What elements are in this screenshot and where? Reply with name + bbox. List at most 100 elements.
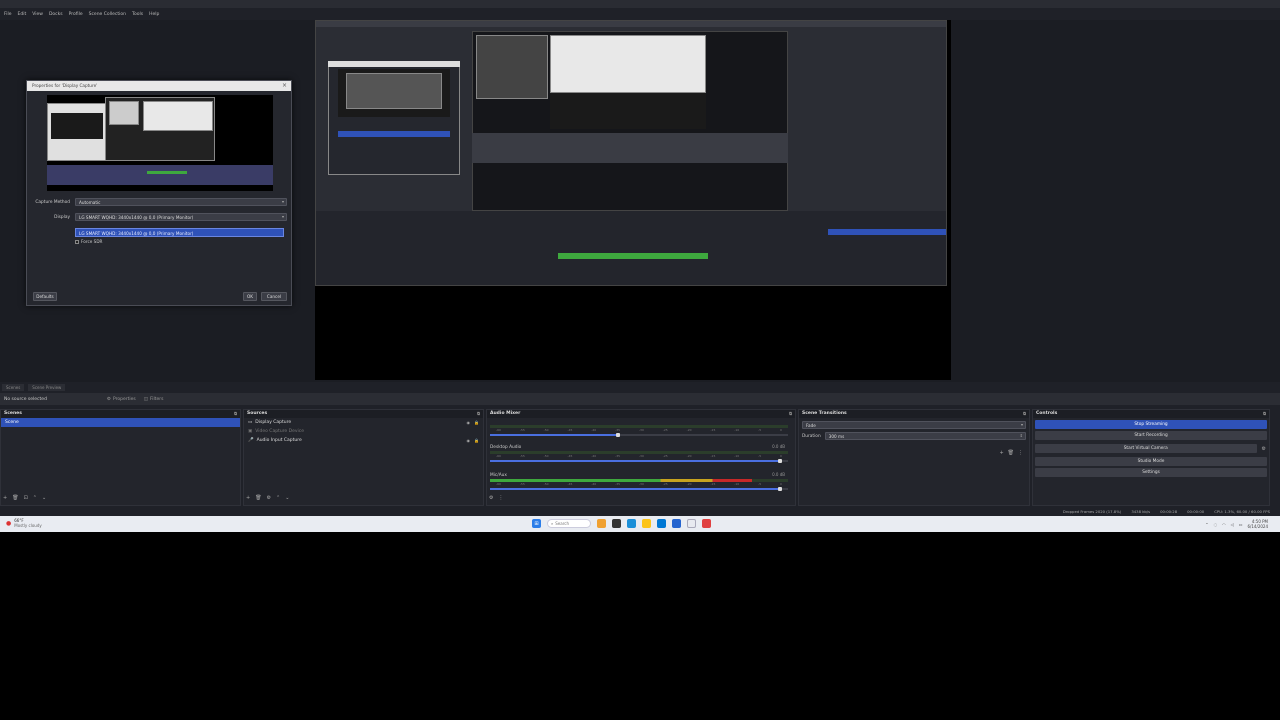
volume-slider[interactable]: [490, 433, 788, 437]
tick-label: -60: [496, 454, 501, 458]
meter-ticks: -60 -55 -50 -45 -40 -35 -30 -25 -20 -15 -10 -5 0: [490, 482, 788, 486]
slider-handle[interactable]: [778, 487, 783, 491]
eye-icon[interactable]: ◉: [467, 438, 471, 443]
battery-icon[interactable]: ▭: [1239, 522, 1243, 527]
menu-dots-icon[interactable]: ⋮: [498, 495, 503, 501]
menu-item-edit[interactable]: Edit: [18, 12, 27, 17]
stop-streaming-button[interactable]: Stop Streaming: [1035, 420, 1267, 429]
explorer-icon[interactable]: [687, 519, 696, 528]
menu-item-profile[interactable]: Profile: [69, 12, 83, 17]
mail-icon[interactable]: [672, 519, 681, 528]
volume-slider[interactable]: [490, 487, 788, 491]
eye-icon[interactable]: ◉: [467, 420, 471, 425]
menu-item-tools[interactable]: Tools: [132, 12, 143, 17]
scene-item[interactable]: Scene: [1, 418, 240, 427]
display-dropdown-option[interactable]: LG SMART WQHD: 3440x1440 @ 0,0 (Primary …: [75, 228, 284, 237]
display-capture-preview: [315, 20, 947, 286]
taskbar-search[interactable]: ⌕ Search: [547, 519, 591, 528]
network-icon[interactable]: ◌: [1214, 522, 1218, 527]
popout-icon[interactable]: ⧉: [234, 411, 237, 416]
mixer-track: -60 -55 -50 -45 -40 -35 -30 -25 -20 -15 -10 -5 0: [490, 424, 788, 437]
windows-start-icon[interactable]: ⊞: [532, 519, 541, 528]
gear-icon[interactable]: ⚙: [1259, 446, 1269, 452]
force-sdr-checkbox[interactable]: Force SDR: [75, 239, 102, 244]
transitions-title: Scene Transitions: [802, 411, 847, 416]
settings-icon[interactable]: ⊡: [24, 495, 28, 501]
capture-method-select[interactable]: Automatic ▾: [75, 198, 287, 206]
edge-icon[interactable]: [627, 519, 636, 528]
source-label: Video Capture Device: [255, 429, 305, 434]
chevron-up-icon[interactable]: ⌃: [1205, 522, 1208, 527]
volume-slider[interactable]: [490, 459, 788, 463]
widgets-icon[interactable]: [597, 519, 606, 528]
track-db: 0.0 dB: [772, 472, 785, 477]
properties-button[interactable]: ⚙ Properties: [107, 397, 136, 402]
add-icon[interactable]: +: [246, 495, 250, 501]
add-icon[interactable]: +: [999, 450, 1003, 456]
tick-label: -10: [734, 454, 740, 458]
menu-dots-icon[interactable]: ⋮: [1018, 450, 1023, 456]
tick-label: -35: [615, 428, 621, 432]
add-icon[interactable]: +: [3, 495, 7, 501]
task-view-icon[interactable]: [612, 519, 621, 528]
properties-dialog: Properties for 'Display Capture' × Captu…: [26, 80, 292, 306]
volume-icon[interactable]: ◁: [1231, 522, 1234, 527]
wifi-icon[interactable]: ◠: [1222, 522, 1226, 527]
tick-label: -5: [758, 482, 762, 486]
obs-icon[interactable]: [702, 519, 711, 528]
tab-scene-preview[interactable]: Scene Preview: [28, 383, 66, 391]
slider-handle[interactable]: [778, 459, 783, 463]
chrome-icon[interactable]: [642, 519, 651, 528]
lock-icon[interactable]: 🔒: [474, 438, 479, 443]
clock[interactable]: 4:50 PM 6/14/2024: [1247, 519, 1268, 529]
tab-scenes[interactable]: Scenes: [2, 383, 25, 391]
track-name: Desktop Audio: [490, 445, 522, 450]
arrow-down-icon[interactable]: ⌄: [42, 495, 46, 501]
popout-icon[interactable]: ⧉: [789, 411, 792, 416]
source-item-video-capture[interactable]: ▣ Video Capture Device: [244, 427, 483, 436]
search-icon: ⌕: [551, 521, 554, 526]
menu-item-docks[interactable]: Docks: [49, 12, 63, 17]
level-meter: [490, 479, 788, 482]
arrow-up-icon[interactable]: ⌃: [33, 495, 37, 501]
ok-button[interactable]: OK: [243, 292, 257, 301]
source-item-display-capture[interactable]: ▭ Display Capture ◉ 🔒: [244, 418, 483, 427]
gear-icon[interactable]: ⚙: [267, 495, 271, 501]
trash-icon[interactable]: 🗑: [12, 495, 18, 501]
display-select[interactable]: LG SMART WQHD: 3440x1440 @ 0,0 (Primary …: [75, 213, 287, 221]
menu-item-file[interactable]: File: [4, 12, 12, 17]
start-virtual-camera-button[interactable]: Start Virtual Camera: [1035, 444, 1257, 453]
studio-mode-button[interactable]: Studio Mode: [1035, 457, 1267, 466]
lock-icon[interactable]: 🔒: [474, 420, 479, 425]
tick-label: 0: [780, 428, 782, 432]
menu-item-help[interactable]: Help: [149, 12, 159, 17]
arrow-up-icon[interactable]: ⌃: [276, 495, 280, 501]
start-recording-button[interactable]: Start Recording: [1035, 431, 1267, 440]
arrow-down-icon[interactable]: ⌄: [285, 495, 289, 501]
menu-item-view[interactable]: View: [32, 12, 43, 17]
cancel-button[interactable]: Cancel: [261, 292, 287, 301]
popout-icon[interactable]: ⧉: [1263, 411, 1266, 416]
slider-handle[interactable]: [616, 433, 621, 437]
duration-spinbox[interactable]: 300 ms ⇕: [824, 432, 1026, 440]
source-item-audio-input[interactable]: 🎤 Audio Input Capture ◉ 🔒: [244, 436, 483, 445]
popout-icon[interactable]: ⧉: [477, 411, 480, 416]
sources-dock: Sources ⧉ ▭ Display Capture ◉ 🔒 ▣ Video C…: [243, 409, 484, 506]
trash-icon[interactable]: 🗑: [1008, 450, 1014, 456]
preview-canvas[interactable]: [315, 20, 951, 380]
weather-widget[interactable]: ● 66°F Mostly cloudy: [6, 518, 42, 528]
gear-icon: ⚙: [106, 396, 111, 402]
taskbar-apps: ⊞ ⌕ Search: [532, 519, 711, 528]
gear-icon[interactable]: ⚙: [489, 495, 493, 501]
transition-select[interactable]: Fade ▾: [802, 421, 1026, 429]
live-time: 00:00:28: [1160, 508, 1178, 514]
filters-button[interactable]: ◫ Filters: [144, 397, 164, 402]
menu-item-scene-collection[interactable]: Scene Collection: [89, 12, 126, 17]
settings-button[interactable]: Settings: [1035, 468, 1267, 477]
close-icon[interactable]: ×: [282, 82, 287, 89]
trash-icon[interactable]: 🗑: [255, 495, 261, 501]
popout-icon[interactable]: ⧉: [1023, 411, 1026, 416]
store-icon[interactable]: [657, 519, 666, 528]
defaults-button[interactable]: Defaults: [33, 292, 57, 301]
tick-label: -55: [519, 428, 525, 432]
